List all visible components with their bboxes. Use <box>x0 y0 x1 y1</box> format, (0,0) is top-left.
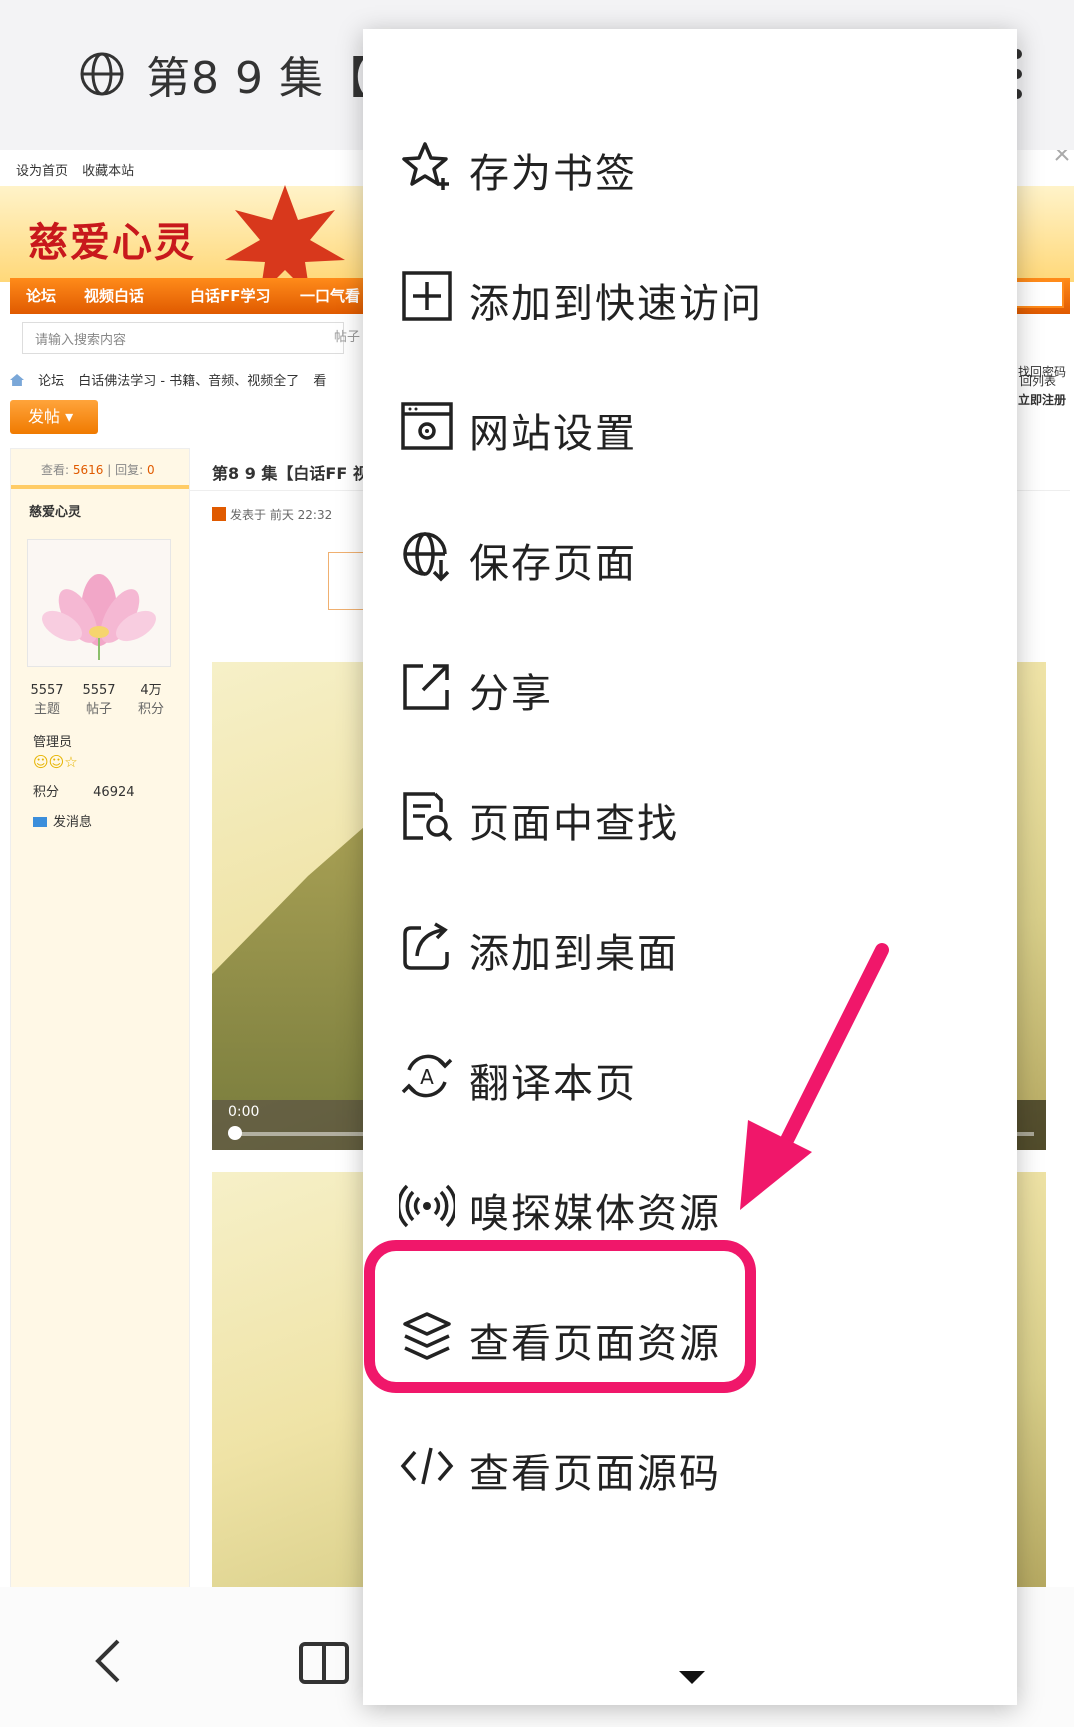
nav-dropdown[interactable] <box>1010 280 1064 308</box>
stat-topics[interactable]: 5557 主题 <box>23 681 71 719</box>
rank-icons: ☺☺☆ <box>33 753 78 771</box>
stat-posts-label: 帖子 <box>85 702 112 717</box>
save-page-globe-icon <box>403 532 450 582</box>
menu-label: 页面中查找 <box>469 801 679 847</box>
stat-topics-value: 5557 <box>30 683 64 698</box>
video-frame-mountain <box>212 820 372 1100</box>
points-value: 46924 <box>93 785 135 800</box>
replies-label: 回复: <box>115 463 144 477</box>
video-seek-handle[interactable] <box>228 1126 242 1140</box>
share-icon <box>403 664 449 710</box>
stat-posts-value: 5557 <box>82 683 116 698</box>
highlight-annotation <box>364 1240 756 1393</box>
menu-label: 嗅探媒体资源 <box>469 1191 721 1237</box>
new-post-button[interactable]: 发帖 ▾ <box>10 400 98 434</box>
site-settings-icon <box>401 402 453 450</box>
star-icon <box>402 142 449 190</box>
author-role: 管理员 <box>33 735 73 750</box>
breadcrumb-board[interactable]: 白话佛法学习 - 书籍、音频、视频全了 <box>78 374 299 389</box>
nav-video[interactable]: 视频白话 <box>84 285 144 306</box>
breadcrumb: 论坛 白话佛法学习 - 书籍、音频、视频全了 看 <box>10 370 336 389</box>
menu-label: 添加到桌面 <box>469 931 679 977</box>
translate-icon: A <box>401 1054 453 1098</box>
overflow-menu: 存为书签 添加到快速访问 网站设置 保存页面 分享 页面中查找 添加到桌面 A … <box>363 29 1017 1705</box>
svg-text:A: A <box>420 1065 434 1089</box>
breadcrumb-thread[interactable]: 看 <box>313 374 326 389</box>
author-icon <box>212 507 226 521</box>
search-placeholder: 请输入搜索内容 <box>35 333 127 348</box>
menu-label: 保存页面 <box>469 541 637 587</box>
add-square-icon <box>402 271 452 321</box>
stat-topics-label: 主题 <box>33 702 60 717</box>
menu-label: 网站设置 <box>469 411 637 457</box>
menu-item-page-source[interactable]: 查看页面源码 <box>363 1401 1017 1531</box>
bookmarks-icon[interactable] <box>298 1641 350 1685</box>
menu-item-site-settings[interactable]: 网站设置 <box>363 361 1017 491</box>
menu-label: 分享 <box>469 671 553 717</box>
send-message-link[interactable]: 发消息 <box>33 811 92 830</box>
search-type-select[interactable]: 帖子 <box>334 326 360 345</box>
site-logo[interactable]: 慈爱心灵 <box>28 210 196 268</box>
points-row: 积分 46924 <box>33 781 135 800</box>
back-to-list-link[interactable]: 回列表 <box>1020 372 1056 389</box>
post-title: 第8 9 集【白话FF 视 <box>212 464 369 483</box>
set-homepage-link[interactable]: 设为首页 <box>16 164 68 179</box>
globe-icon <box>80 52 124 96</box>
stat-posts[interactable]: 5557 帖子 <box>75 681 123 719</box>
site-top-links: 设为首页 收藏本站 <box>16 160 144 179</box>
video-time: 0:00 <box>228 1104 260 1120</box>
nav-study[interactable]: 白话FF学习 <box>190 285 271 306</box>
stat-points[interactable]: 4万 积分 <box>127 681 175 719</box>
search-input[interactable]: 请输入搜索内容 <box>22 322 344 354</box>
post-meta: 发表于 前天 22:32 <box>212 506 332 523</box>
bookmark-site-link[interactable]: 收藏本站 <box>82 164 134 179</box>
find-in-page-icon <box>403 792 453 842</box>
post-time: 发表于 前天 22:32 <box>230 508 333 522</box>
arrow-annotation-icon <box>740 943 889 1210</box>
menu-item-save-page[interactable]: 保存页面 <box>363 491 1017 621</box>
replies-count: 0 <box>146 463 155 477</box>
breadcrumb-forum[interactable]: 论坛 <box>38 374 64 389</box>
nav-forum[interactable]: 论坛 <box>26 285 56 306</box>
menu-item-bookmark[interactable]: 存为书签 <box>363 101 1017 231</box>
menu-label: 存为书签 <box>469 151 637 197</box>
browser-screen: 第8 9 集【白 设为首页 收藏本站 慈爱心灵 论坛 视频白话 白话FF学习 一… <box>0 0 1074 1727</box>
home-icon[interactable] <box>10 374 24 386</box>
media-sniff-icon <box>399 1184 455 1228</box>
stat-points-label: 积分 <box>137 702 164 717</box>
menu-item-share[interactable]: 分享 <box>363 621 1017 751</box>
menu-item-find-in-page[interactable]: 页面中查找 <box>363 751 1017 881</box>
stat-points-value: 4万 <box>140 683 162 698</box>
mail-icon <box>33 817 47 827</box>
avatar[interactable] <box>27 539 171 667</box>
add-to-desktop-icon <box>403 922 449 970</box>
author-sidebar: 查看: 5616 | 回复: 0 慈爱心灵 5557 主题 5557 帖子 4万… <box>10 448 190 1587</box>
menu-label: 翻译本页 <box>469 1061 637 1107</box>
new-post-label: 发帖 <box>28 407 61 426</box>
close-icon[interactable] <box>1054 150 1070 162</box>
menu-label: 添加到快速访问 <box>469 281 763 327</box>
nav-read[interactable]: 一口气看 <box>300 285 360 306</box>
views-label: 查看: <box>41 463 70 477</box>
back-icon[interactable] <box>90 1637 126 1685</box>
thread-stats: 查看: 5616 | 回复: 0 <box>41 463 155 477</box>
sidebar-divider <box>11 485 189 489</box>
code-icon <box>400 1447 454 1485</box>
views-count: 5616 <box>72 463 104 477</box>
send-message-label: 发消息 <box>53 815 93 830</box>
menu-item-quick-access[interactable]: 添加到快速访问 <box>363 231 1017 361</box>
menu-label: 查看页面源码 <box>469 1451 721 1497</box>
lotus-image <box>28 540 170 666</box>
register-link[interactable]: 立即注册 <box>1018 386 1066 414</box>
points-label: 积分 <box>33 785 60 800</box>
chevron-down-icon[interactable] <box>679 1671 705 1684</box>
author-name[interactable]: 慈爱心灵 <box>29 501 81 520</box>
